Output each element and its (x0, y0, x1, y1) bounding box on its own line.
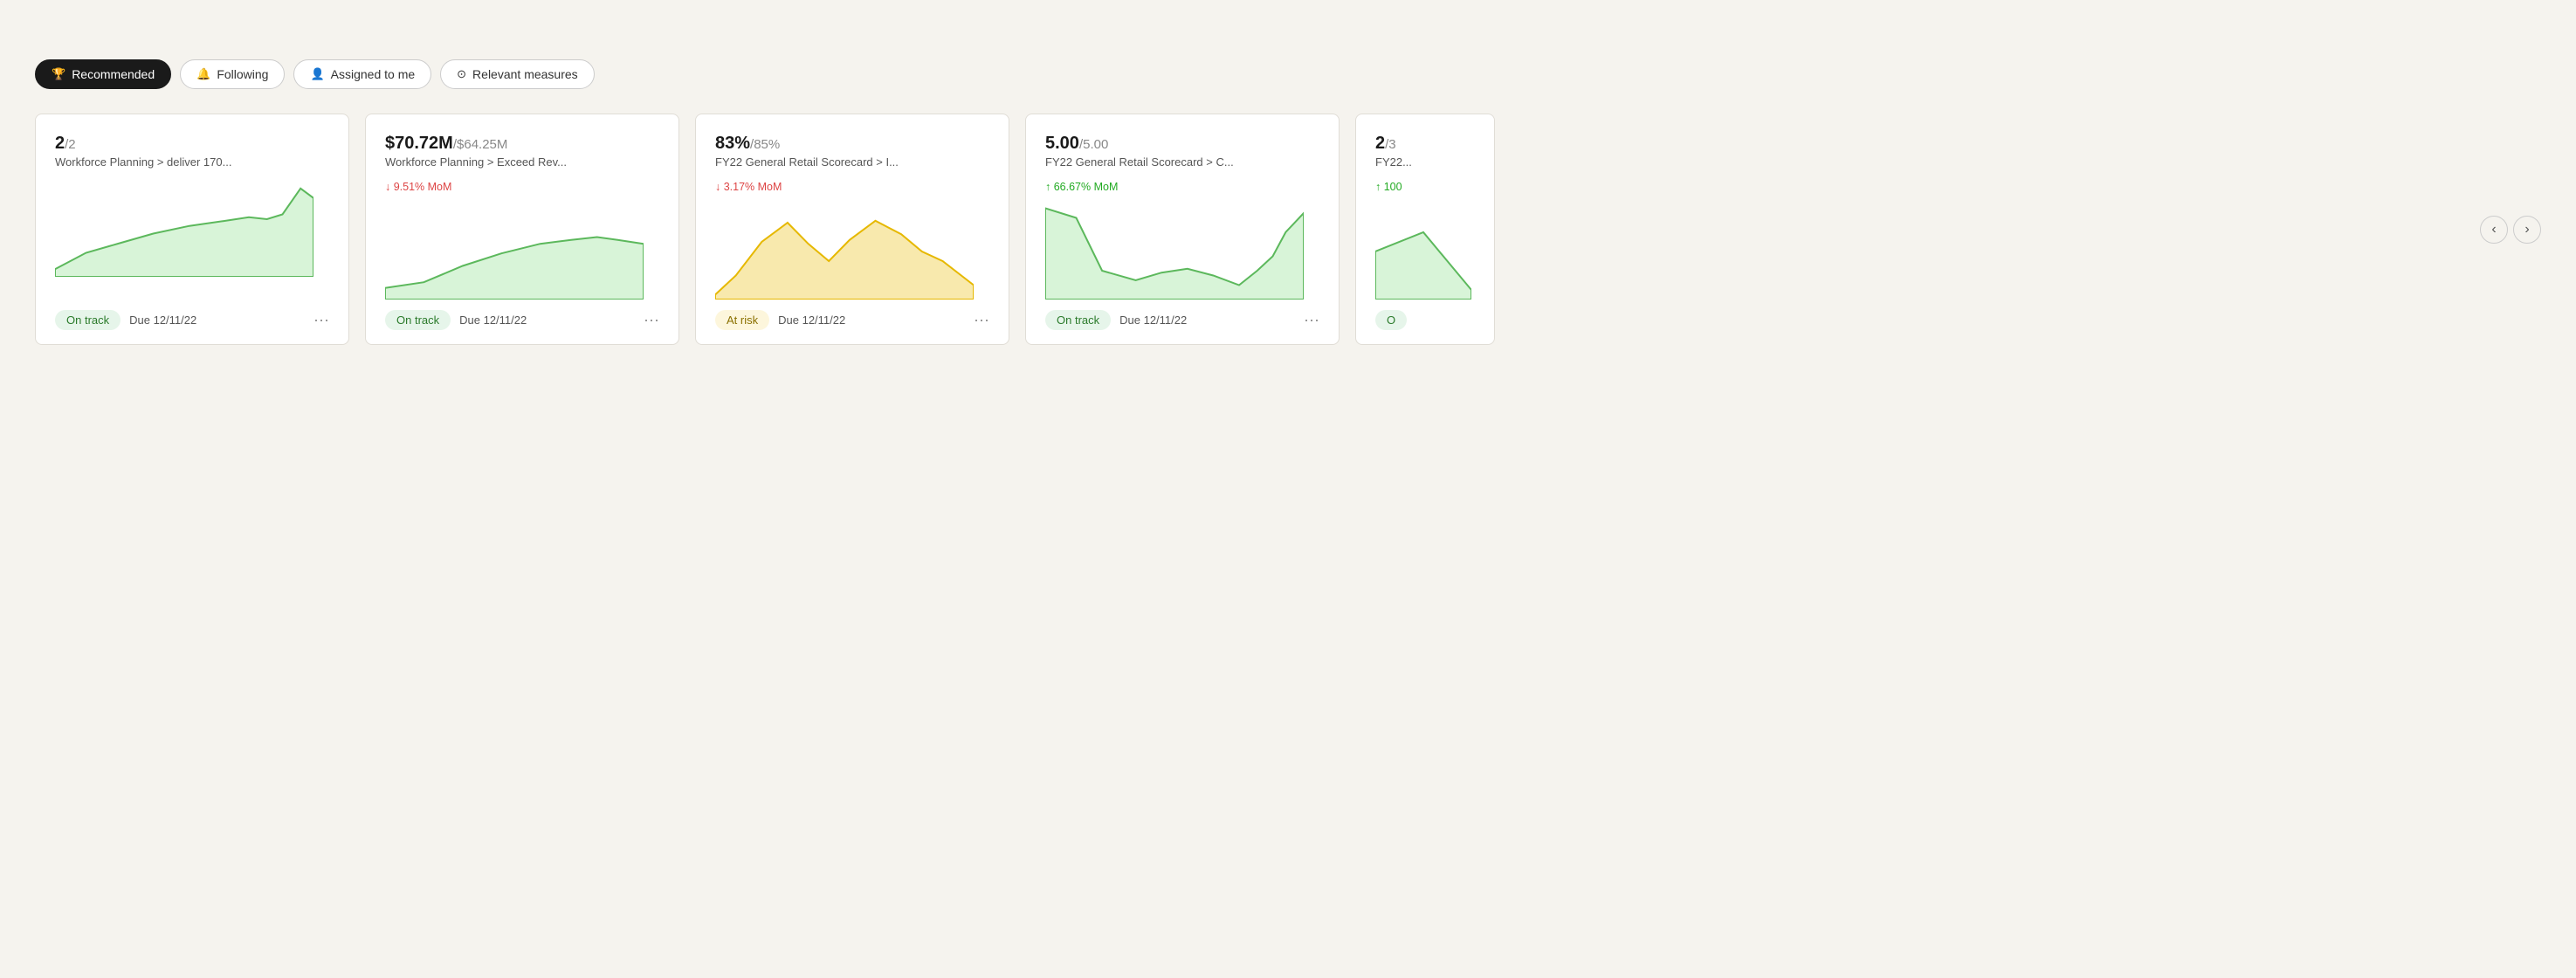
card-value-main: 2 (1375, 134, 1385, 153)
filter-tab-recommended[interactable]: 🏆Recommended (35, 59, 171, 89)
card-value-total: /2 (65, 137, 76, 152)
card-value-total: /5.00 (1079, 137, 1108, 152)
due-date: Due 12/11/22 (778, 313, 845, 327)
nav-arrows: ‹ › (2480, 216, 2541, 244)
card-top: $70.72M/$64.25M Workforce Planning > Exc… (385, 134, 659, 169)
card-top: 2/3 FY22... (1375, 134, 1475, 169)
card-value-total: /85% (750, 137, 780, 152)
card-top: 2/2 Workforce Planning > deliver 170... (55, 134, 329, 169)
scorecard-card5: 2/3 FY22... ↑ 100 O (1355, 114, 1495, 345)
cards-wrapper: 2/2 Workforce Planning > deliver 170... … (35, 114, 2469, 345)
card-value-main: 2 (55, 134, 65, 153)
filter-tab-following[interactable]: 🔔Following (180, 59, 285, 89)
due-date: Due 12/11/22 (129, 313, 196, 327)
card-footer: On track Due 12/11/22 ··· (1045, 310, 1319, 330)
mom-arrow: ↑ 66.67% MoM (1045, 181, 1118, 193)
status-badge: On track (55, 310, 121, 330)
status-badge: On track (385, 310, 451, 330)
card-value-total: /3 (1385, 137, 1396, 152)
recommended-icon: 🏆 (52, 67, 65, 81)
status-badge: O (1375, 310, 1407, 330)
card-value-line: 2/2 (55, 134, 329, 154)
scorecard-card4: 5.00/5.00 FY22 General Retail Scorecard … (1025, 114, 1340, 345)
card-value-main: $70.72M (385, 134, 453, 153)
card-name: FY22... (1375, 155, 1475, 169)
following-icon: 🔔 (196, 67, 210, 81)
filter-tab-relevant[interactable]: ⊙Relevant measures (440, 59, 595, 89)
prev-arrow[interactable]: ‹ (2480, 216, 2508, 244)
scorecard-card2: $70.72M/$64.25M Workforce Planning > Exc… (365, 114, 679, 345)
cards-section: 2/2 Workforce Planning > deliver 170... … (35, 114, 2541, 345)
card-mom: ↑ 100 (1375, 181, 1475, 193)
due-date: Due 12/11/22 (1119, 313, 1187, 327)
card-top: 83%/85% FY22 General Retail Scorecard > … (715, 134, 989, 169)
card-name: Workforce Planning > Exceed Rev... (385, 155, 659, 169)
assigned-icon: 👤 (310, 67, 324, 81)
scorecard-card3: 83%/85% FY22 General Retail Scorecard > … (695, 114, 1009, 345)
mom-arrow: ↓ 3.17% MoM (715, 181, 782, 193)
card-name: Workforce Planning > deliver 170... (55, 155, 329, 169)
chart-area (1375, 203, 1475, 300)
card-menu[interactable]: ··· (644, 311, 659, 329)
relevant-icon: ⊙ (457, 67, 466, 81)
card-name: FY22 General Retail Scorecard > I... (715, 155, 989, 169)
card-value-main: 5.00 (1045, 134, 1079, 153)
card-value-main: 83% (715, 134, 750, 153)
card-footer: On track Due 12/11/22 ··· (385, 310, 659, 330)
card-footer: O (1375, 310, 1475, 330)
chart-area (55, 181, 329, 277)
card-mom: ↓ 9.51% MoM (385, 181, 659, 193)
filter-tabs: 🏆Recommended 🔔Following 👤Assigned to me ⊙Re… (35, 59, 2541, 89)
scorecard-card1: 2/2 Workforce Planning > deliver 170... … (35, 114, 349, 345)
card-value-line: 2/3 (1375, 134, 1475, 154)
status-badge: At risk (715, 310, 769, 330)
status-badge: On track (1045, 310, 1111, 330)
mom-arrow: ↓ 9.51% MoM (385, 181, 451, 193)
chart-area (715, 203, 989, 300)
card-menu[interactable]: ··· (974, 311, 989, 329)
filter-tab-assigned[interactable]: 👤Assigned to me (293, 59, 431, 89)
card-value-line: 83%/85% (715, 134, 989, 154)
card-value-line: $70.72M/$64.25M (385, 134, 659, 154)
due-date: Due 12/11/22 (459, 313, 527, 327)
card-name: FY22 General Retail Scorecard > C... (1045, 155, 1319, 169)
next-arrow[interactable]: › (2513, 216, 2541, 244)
card-menu[interactable]: ··· (313, 311, 329, 329)
card-footer: On track Due 12/11/22 ··· (55, 310, 329, 330)
card-footer: At risk Due 12/11/22 ··· (715, 310, 989, 330)
card-menu[interactable]: ··· (1304, 311, 1319, 329)
card-mom: ↓ 3.17% MoM (715, 181, 989, 193)
card-value-total: /$64.25M (453, 137, 508, 152)
chart-area (385, 203, 659, 300)
chart-area (1045, 203, 1319, 300)
mom-arrow: ↑ 100 (1375, 181, 1402, 193)
card-mom: ↑ 66.67% MoM (1045, 181, 1319, 193)
card-top: 5.00/5.00 FY22 General Retail Scorecard … (1045, 134, 1319, 169)
card-value-line: 5.00/5.00 (1045, 134, 1319, 154)
